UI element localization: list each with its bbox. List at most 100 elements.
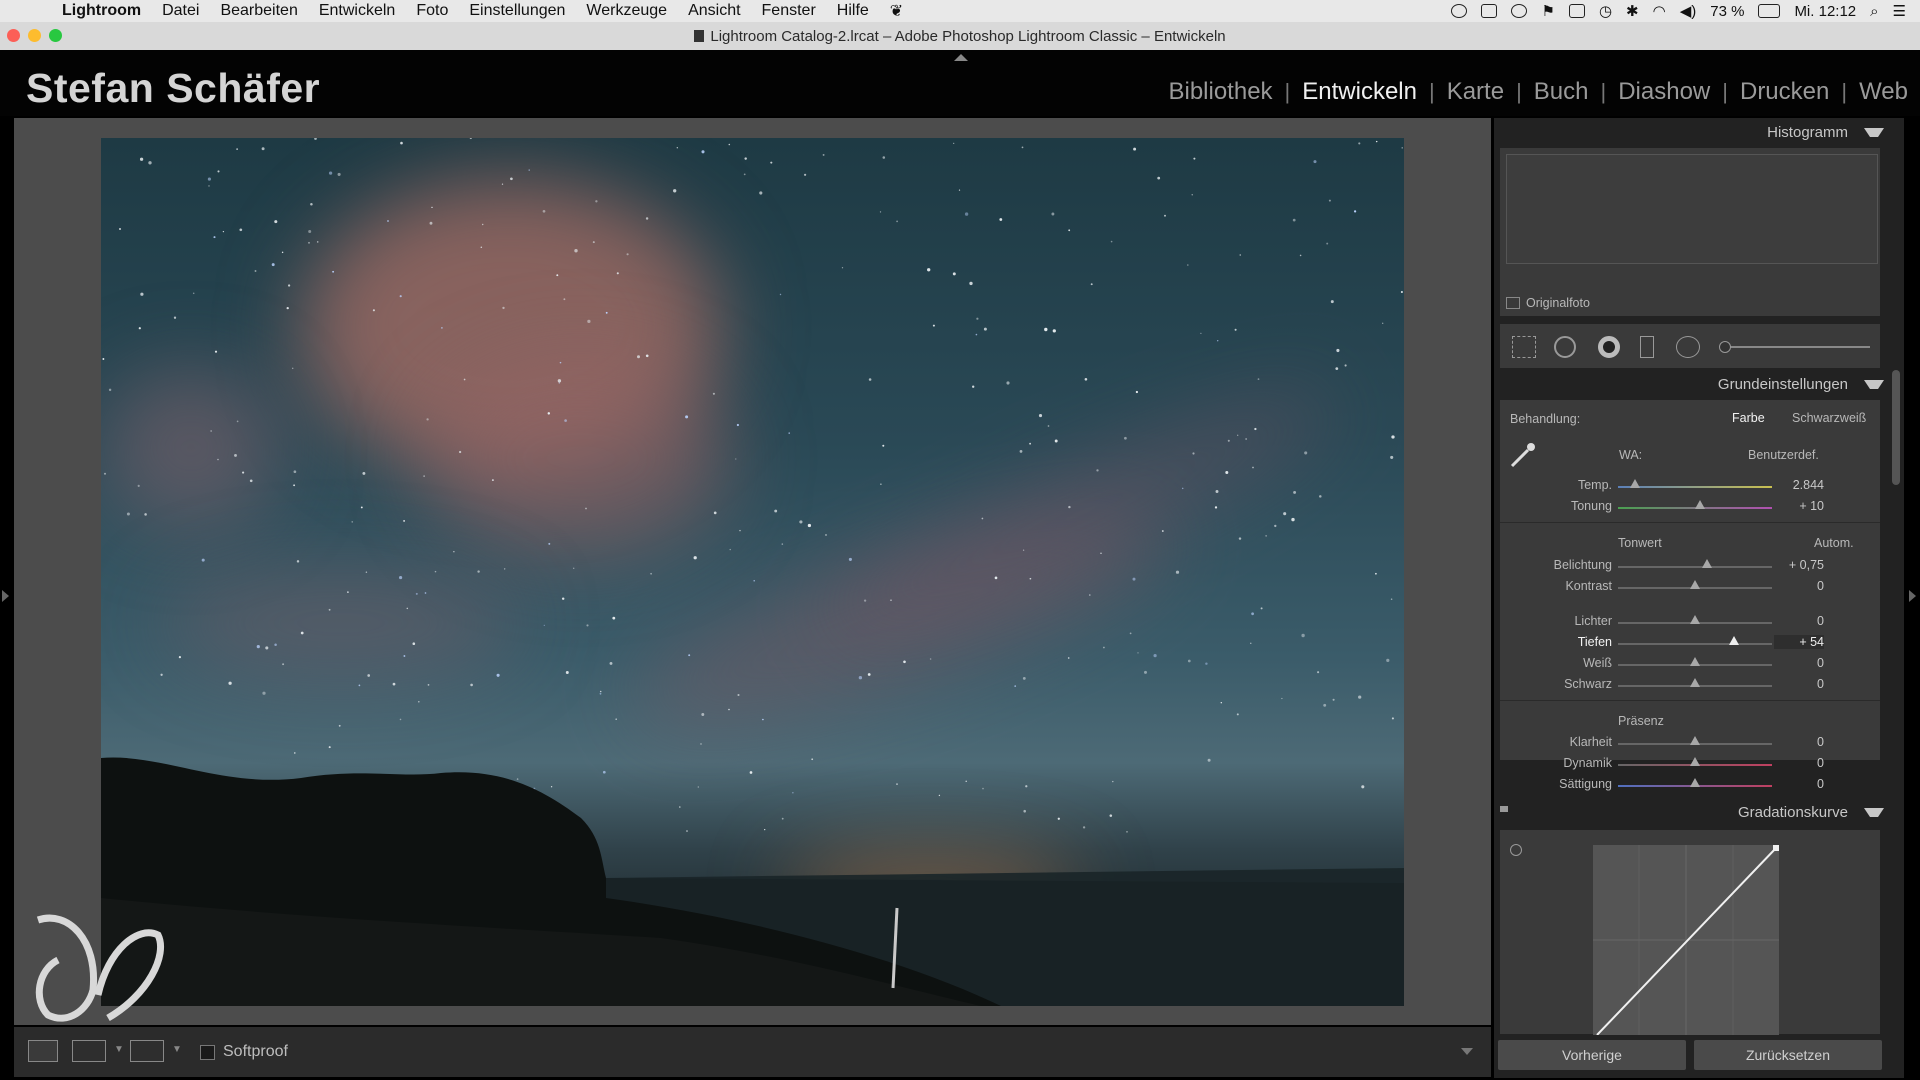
slider-value-schwarz[interactable]: 0 [1774,677,1824,691]
wb-preset-dropdown[interactable]: Benutzerdef. [1748,448,1819,462]
crop-tool-icon[interactable] [1512,336,1536,358]
spotlight-icon[interactable]: ⌕ [1870,3,1878,20]
softproof-checkbox[interactable] [200,1044,215,1060]
menu-datei[interactable]: Datei [162,2,199,20]
slider-track[interactable] [1618,486,1772,488]
red-eye-icon[interactable] [1598,336,1620,358]
slider-dynamik[interactable] [1618,757,1772,766]
time-machine-icon[interactable]: ◷ [1599,2,1612,20]
slider-value-dynamik[interactable]: 0 [1774,756,1824,770]
volume-icon[interactable]: ◀) [1680,2,1697,20]
battery-icon[interactable] [1758,4,1781,18]
script-menu-icon[interactable]: ❦ [890,1,903,21]
slider-knob[interactable] [1690,615,1700,624]
expand-right-panel-icon[interactable] [1909,590,1916,602]
slider-knob[interactable] [1701,559,1712,568]
wifi-icon[interactable]: ◠ [1653,2,1666,20]
menu-hilfe[interactable]: Hilfe [837,2,869,20]
slider-knob[interactable] [1694,500,1705,509]
slider-value-klarheit[interactable]: 0 [1774,735,1824,749]
treatment-color-option[interactable]: Farbe [1732,411,1765,425]
slider-knob[interactable] [1690,778,1700,787]
adjustment-brush-knob[interactable] [1719,341,1731,353]
slider-value-tiefen[interactable]: + 54 [1774,635,1824,649]
slider-sättigung[interactable] [1618,778,1772,787]
original-photo-checkbox[interactable] [1506,297,1520,309]
softproof-label[interactable]: Softproof [223,1043,288,1061]
slider-knob[interactable] [1690,657,1700,666]
slider-knob[interactable] [1690,580,1700,589]
module-buch[interactable]: Buch [1522,78,1601,106]
module-drucken[interactable]: Drucken [1728,78,1841,106]
module-entwickeln[interactable]: Entwickeln [1290,78,1429,106]
tone-curve-graph[interactable] [1593,845,1779,1035]
slider-track[interactable] [1618,643,1772,645]
loupe-view-button[interactable] [28,1040,58,1062]
menu-entwickeln[interactable]: Entwickeln [319,2,395,20]
slider-value-lichter[interactable]: 0 [1774,614,1824,628]
slider-value-weiß[interactable]: 0 [1774,656,1824,670]
bookmark-icon[interactable]: ⚑ [1541,2,1554,20]
panel-scrollbar[interactable] [1892,370,1900,485]
slider-track[interactable] [1618,566,1772,568]
slider-tonung[interactable] [1618,500,1772,509]
reset-button[interactable]: Zurücksetzen [1694,1040,1882,1070]
slider-knob[interactable] [1728,636,1739,645]
menu-ansicht[interactable]: Ansicht [688,2,740,20]
menu-einstellungen[interactable]: Einstellungen [469,2,565,20]
menu-app-name[interactable]: Lightroom [62,2,141,20]
slider-tiefen[interactable] [1618,636,1772,645]
record-icon[interactable] [1451,4,1468,18]
slider-value-kontrast[interactable]: 0 [1774,579,1824,593]
slider-knob[interactable] [1690,757,1700,766]
radial-filter-icon[interactable] [1676,336,1700,358]
previous-button[interactable]: Vorherige [1498,1040,1686,1070]
toolbar-menu-icon[interactable] [1461,1048,1473,1055]
slider-knob[interactable] [1690,678,1700,687]
cloud-icon[interactable] [1511,4,1528,18]
swap-dropdown-icon[interactable]: ▼ [172,1044,182,1055]
module-bibliothek[interactable]: Bibliothek [1156,78,1284,106]
menu-fenster[interactable]: Fenster [762,2,816,20]
slider-belichtung[interactable] [1618,559,1772,568]
targeted-adjustment-icon[interactable] [1510,844,1522,856]
expand-left-panel-icon[interactable] [2,590,9,602]
slider-value-sättigung[interactable]: 0 [1774,777,1824,791]
slider-lichter[interactable] [1618,615,1772,624]
menu-werkzeuge[interactable]: Werkzeuge [586,2,667,20]
wb-eyedropper-icon[interactable] [1508,440,1538,470]
graduated-filter-icon[interactable] [1640,336,1654,358]
slider-schwarz[interactable] [1618,678,1772,687]
bluetooth-icon[interactable]: ✱ [1626,2,1639,20]
slider-value-belichtung[interactable]: + 0,75 [1774,558,1824,572]
menu-bearbeiten[interactable]: Bearbeiten [220,2,297,20]
histogram-graph[interactable] [1506,154,1878,264]
before-after-button[interactable] [72,1040,106,1062]
clock[interactable]: Mi. 12:12 [1794,3,1856,20]
app-status-icon[interactable] [1481,4,1498,18]
module-diashow[interactable]: Diashow [1606,78,1722,106]
slider-knob[interactable] [1629,479,1640,488]
tone-curve-header[interactable]: Gradationskurve [1494,804,1884,828]
auto-tone-button[interactable]: Autom. [1814,536,1854,550]
adjustment-brush-slider[interactable] [1720,346,1870,348]
slider-value-temp.[interactable]: 2.844 [1774,478,1824,492]
menu-foto[interactable]: Foto [416,2,448,20]
slider-temp.[interactable] [1618,479,1772,488]
treatment-bw-option[interactable]: Schwarzweiß [1792,411,1866,425]
basic-header[interactable]: Grundeinstellungen [1494,376,1884,400]
airplay-icon[interactable] [1568,4,1585,18]
slider-value-tonung[interactable]: + 10 [1774,499,1824,513]
swap-button[interactable] [130,1040,164,1062]
histogram-header[interactable]: Histogramm [1494,124,1884,148]
photo-preview[interactable] [101,138,1404,1006]
before-after-dropdown-icon[interactable]: ▼ [114,1044,124,1055]
module-web[interactable]: Web [1847,78,1908,106]
battery-percent[interactable]: 73 % [1710,3,1744,20]
slider-klarheit[interactable] [1618,736,1772,745]
slider-kontrast[interactable] [1618,580,1772,589]
spot-removal-icon[interactable] [1554,336,1576,358]
module-karte[interactable]: Karte [1435,78,1516,106]
slider-knob[interactable] [1690,736,1700,745]
notification-center-icon[interactable]: ☰ [1893,2,1906,20]
